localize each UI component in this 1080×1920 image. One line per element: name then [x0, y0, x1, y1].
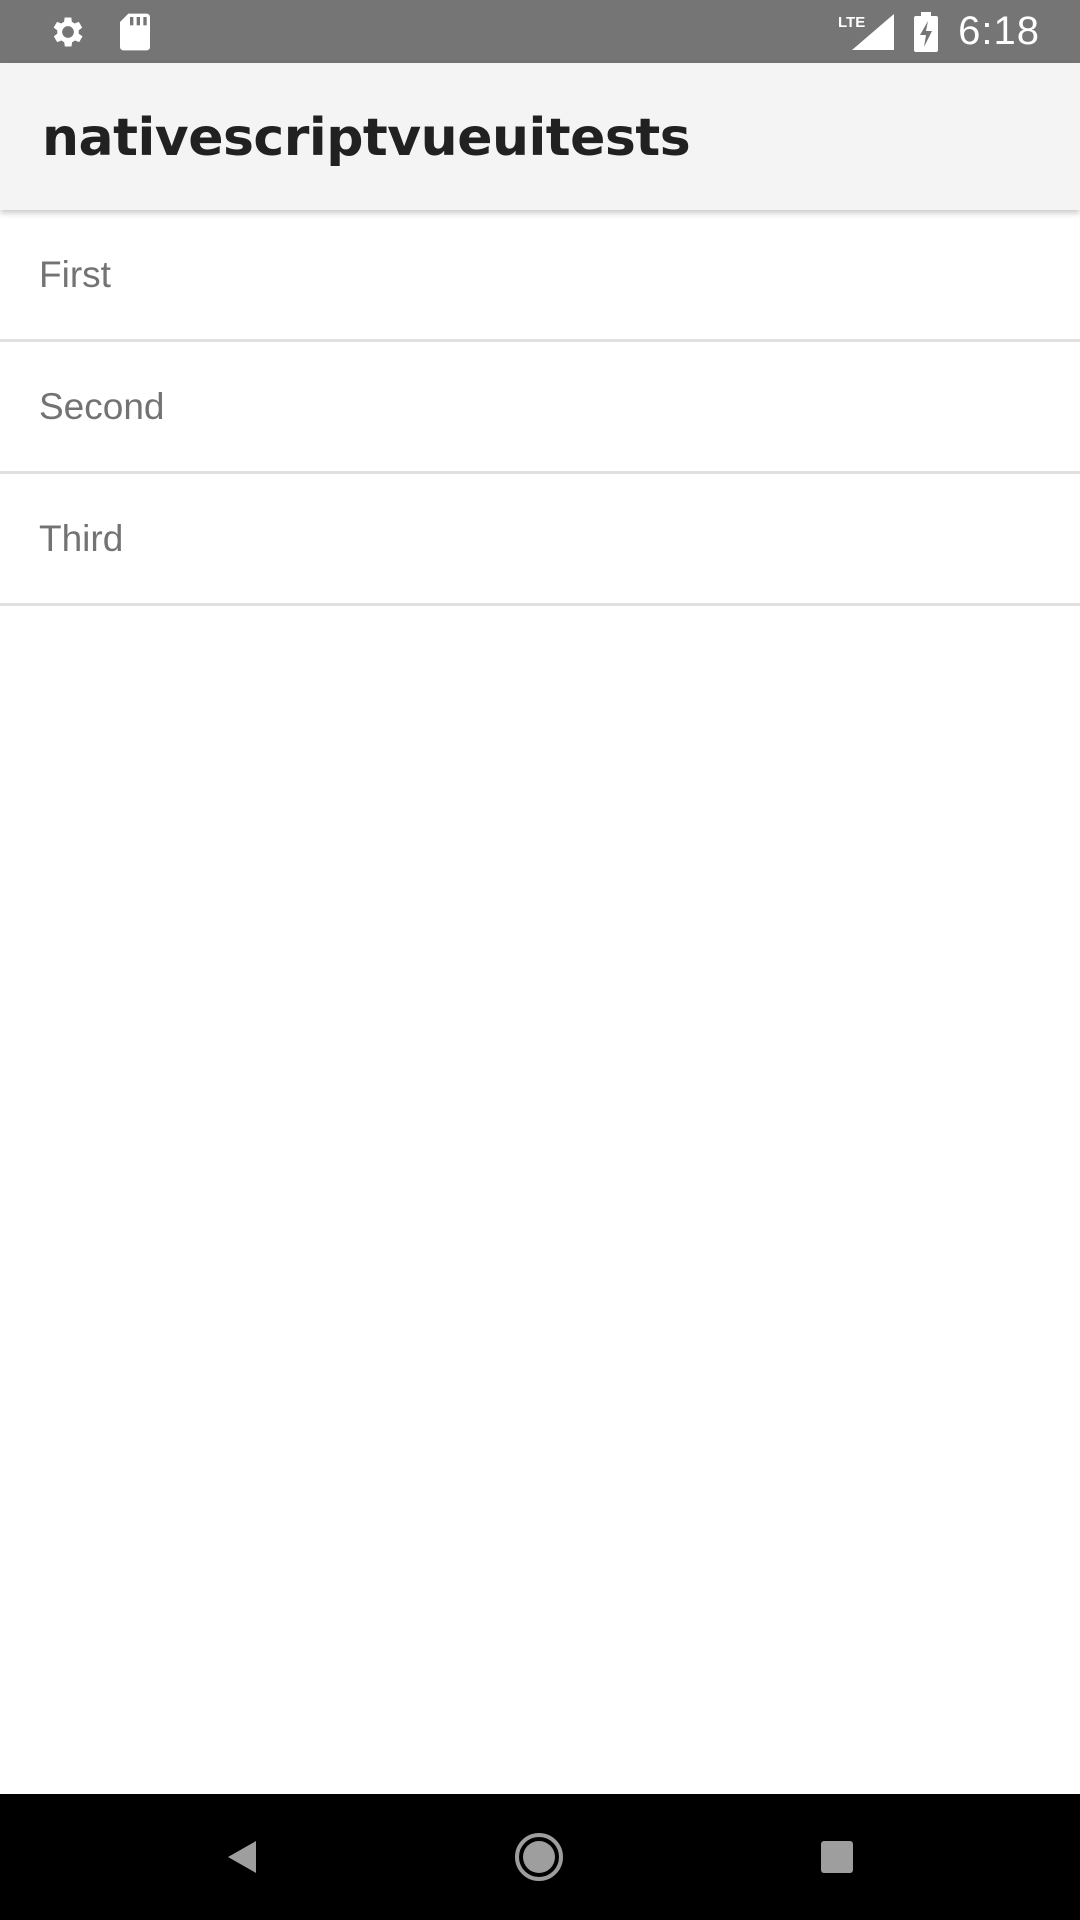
lte-signal-icon: LTE [838, 12, 895, 52]
list-item-third[interactable]: Third [0, 474, 1080, 606]
recent-apps-button[interactable] [767, 1794, 907, 1920]
list-item-second[interactable]: Second [0, 342, 1080, 474]
sd-card-icon [118, 12, 152, 52]
status-bar: LTE 6:18 [0, 0, 1080, 63]
list-item-first[interactable]: First [0, 210, 1080, 342]
screen: LTE 6:18 nativescriptvueuitests First Se… [0, 0, 1080, 1920]
list-view[interactable]: First Second Third [0, 210, 1080, 606]
home-button[interactable] [469, 1794, 609, 1920]
recent-apps-icon [819, 1839, 855, 1875]
list-item-label: Second [39, 385, 165, 427]
back-button[interactable] [172, 1794, 312, 1920]
network-type-label: LTE [838, 14, 865, 31]
list-item-label: First [39, 253, 111, 295]
status-time: 6:18 [958, 9, 1040, 53]
battery-charging-icon [914, 11, 939, 52]
status-bar-notifications [48, 12, 152, 52]
back-icon [222, 1837, 262, 1877]
list-item-label: Third [39, 517, 124, 559]
home-icon [513, 1831, 565, 1883]
status-bar-system: LTE 6:18 [838, 0, 1040, 63]
navigation-bar [0, 1794, 1080, 1920]
action-bar: nativescriptvueuitests [0, 63, 1080, 210]
page-title: nativescriptvueuitests [42, 108, 691, 168]
settings-gear-icon [48, 12, 88, 52]
